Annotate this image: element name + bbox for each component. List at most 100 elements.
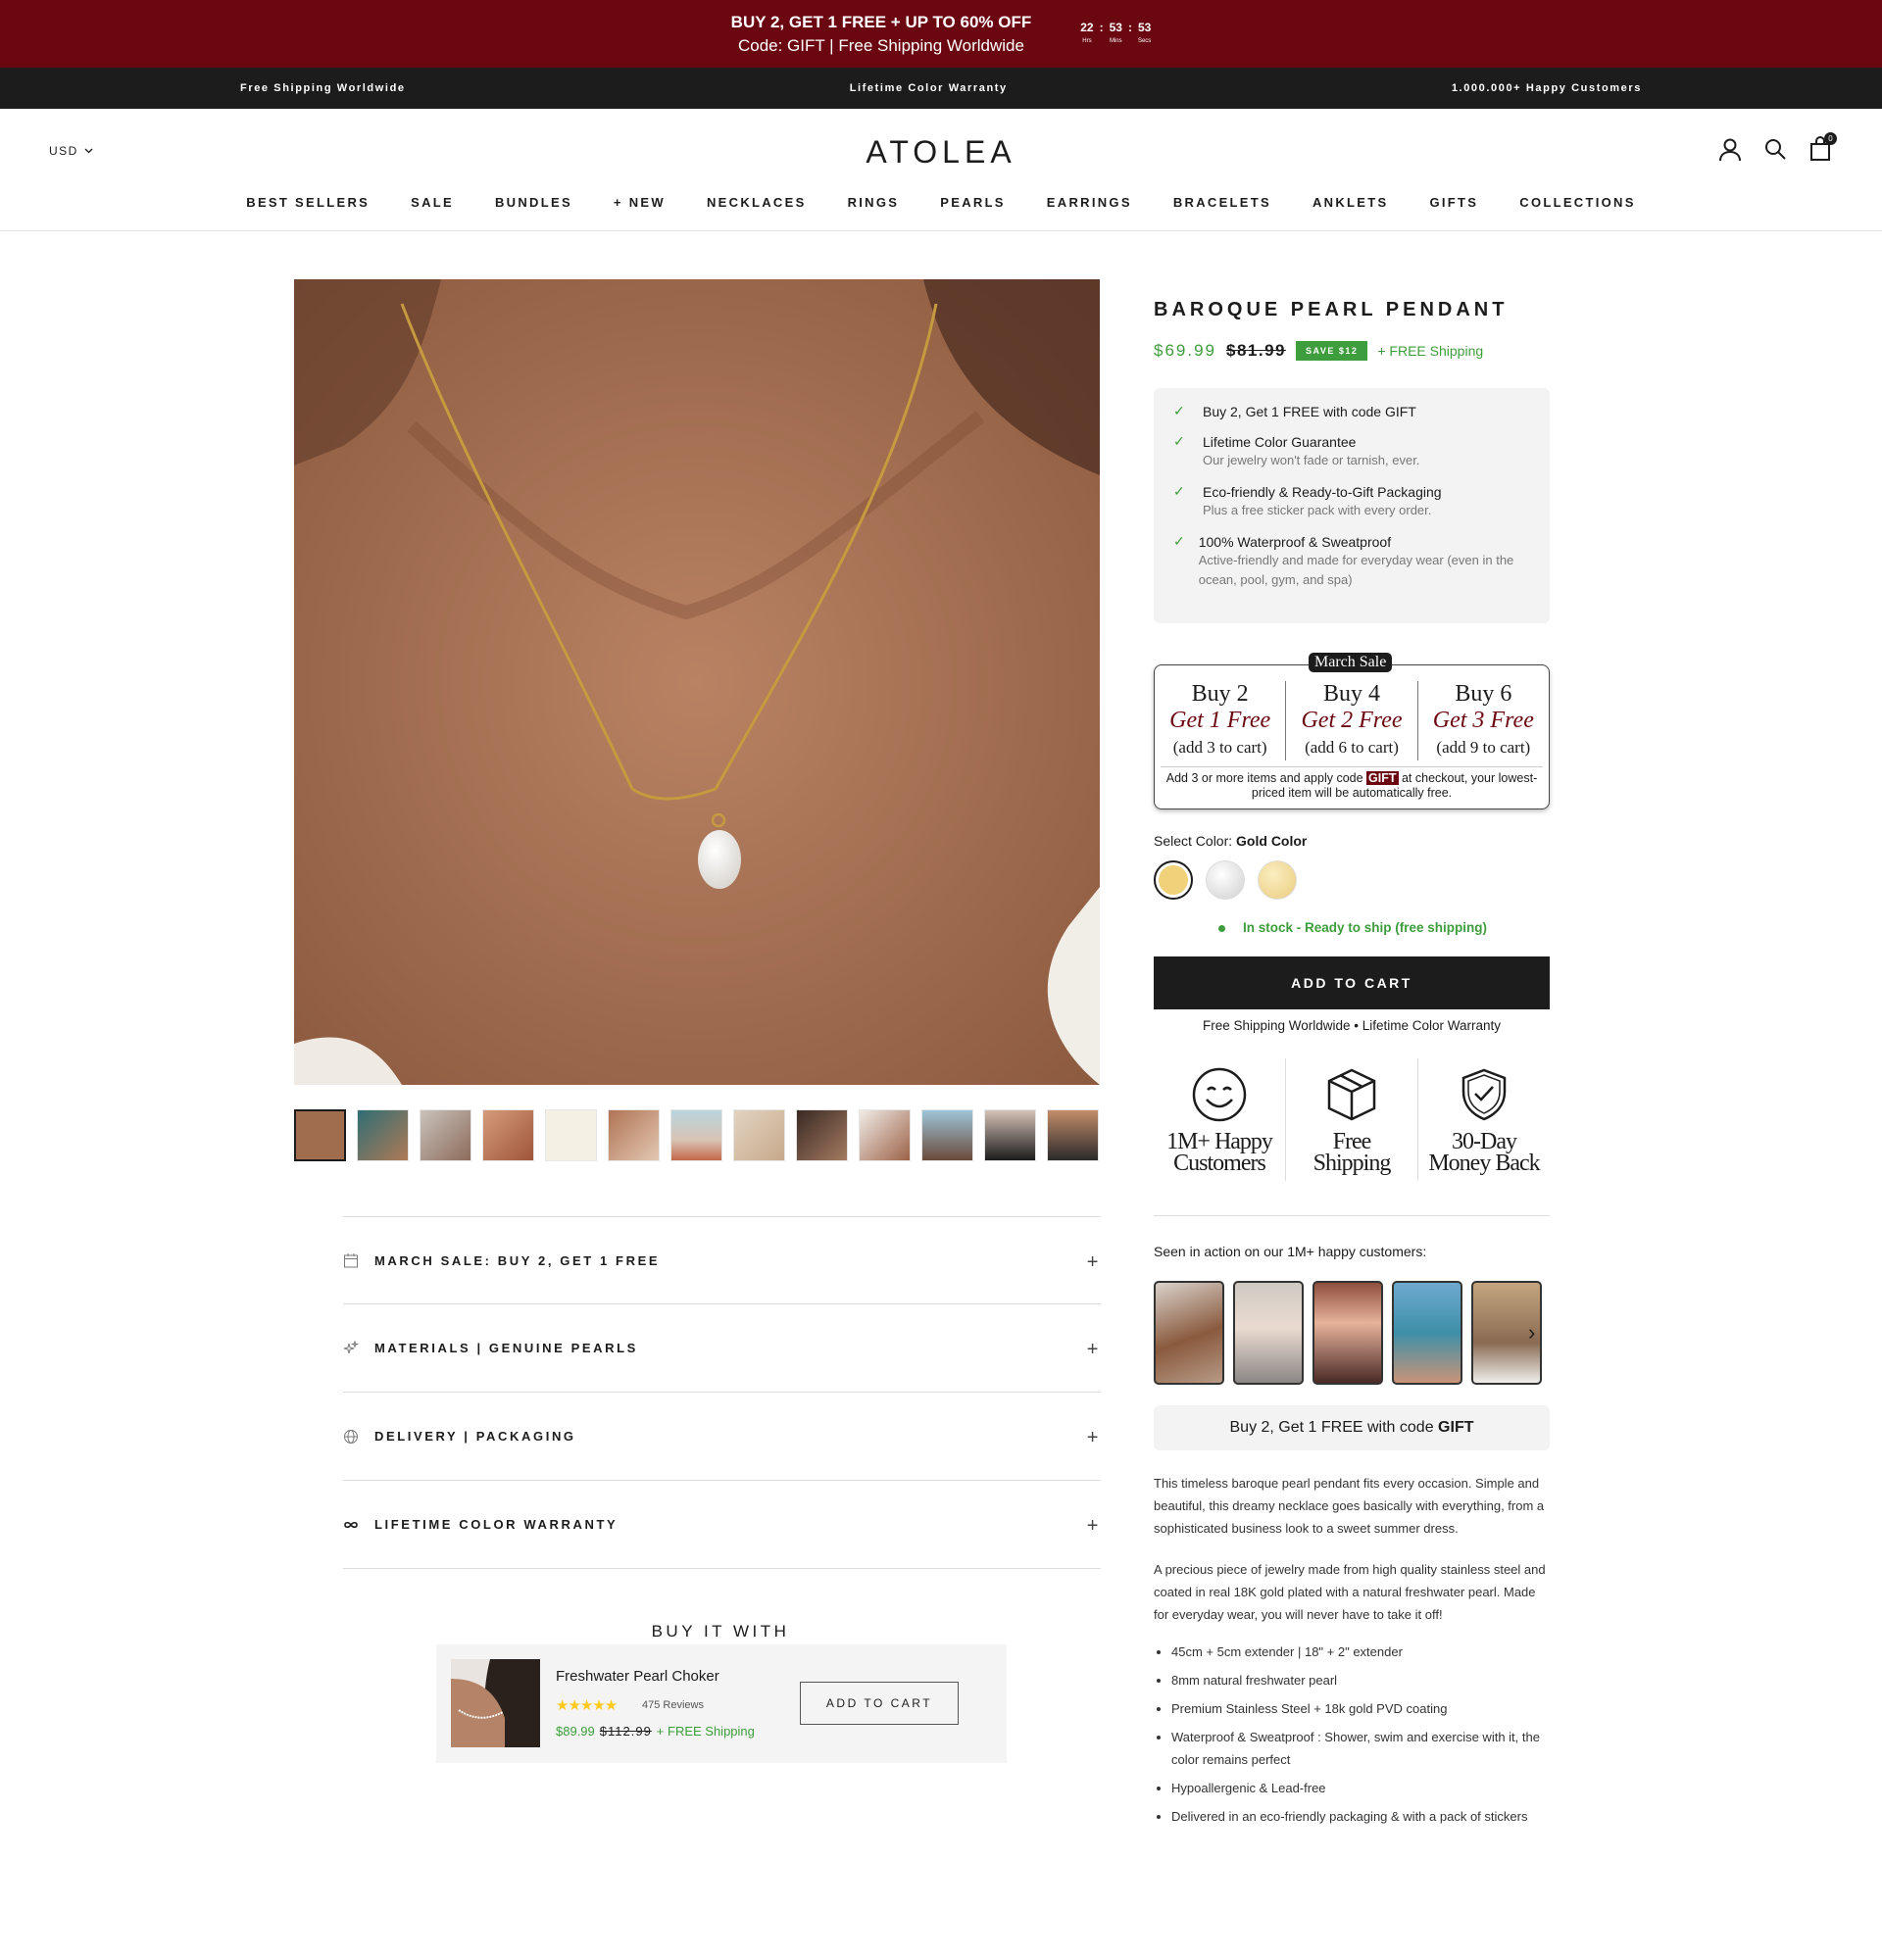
upsell-product-image[interactable] [451, 1659, 540, 1747]
product-description: This timeless baroque pearl pendant fits… [1154, 1472, 1550, 1834]
nav-bracelets[interactable]: BRACELETS [1173, 195, 1271, 210]
ugc-video[interactable] [1392, 1281, 1462, 1385]
accordion-march-sale[interactable]: MARCH SALE: BUY 2, GET 1 FREE + [343, 1216, 1101, 1304]
accordion-label: MARCH SALE: BUY 2, GET 1 FREE [374, 1252, 661, 1268]
countdown-hours: 22 Hrs [1080, 20, 1094, 44]
accordion-label: DELIVERY | PACKAGING [374, 1429, 576, 1444]
cart-icon[interactable]: 0 [1808, 132, 1837, 162]
usp-shipping: Free Shipping Worldwide [240, 82, 406, 94]
description-paragraph: A precious piece of jewelry made from hi… [1154, 1562, 1546, 1622]
thumbnail[interactable] [357, 1109, 409, 1161]
thumbnail[interactable] [921, 1109, 973, 1161]
smiley-icon [1192, 1067, 1247, 1122]
feature-item: Premium Stainless Steel + 18k gold PVD c… [1171, 1697, 1550, 1720]
thumbnail[interactable] [1047, 1109, 1099, 1161]
ugc-video[interactable] [1312, 1281, 1383, 1385]
thumbnail[interactable] [545, 1109, 597, 1161]
thumbnail[interactable] [796, 1109, 848, 1161]
benefits-box: ✓ Buy 2, Get 1 FREE with code GIFT ✓ Lifet… [1154, 388, 1550, 623]
selected-color: Gold Color [1236, 833, 1308, 849]
description-paragraph: This timeless baroque pearl pendant fits… [1154, 1476, 1545, 1536]
upsell-compare-price: $112.99 [599, 1724, 652, 1739]
color-swatches [1154, 860, 1550, 900]
shield-check-icon [1461, 1068, 1507, 1121]
thumbnail[interactable] [859, 1109, 911, 1161]
color-label: Select Color: Gold Color [1154, 833, 1308, 849]
accordion-warranty[interactable]: LIFETIME COLOR WARRANTY + [343, 1481, 1101, 1569]
account-icon[interactable] [1717, 136, 1743, 162]
thumbnail[interactable] [733, 1109, 785, 1161]
add-to-cart-button[interactable]: ADD TO CART [1154, 956, 1550, 1009]
thumbnail[interactable] [608, 1109, 660, 1161]
ugc-carousel: › [1154, 1281, 1550, 1385]
calendar-icon [344, 1253, 358, 1268]
product-accordion: MARCH SALE: BUY 2, GET 1 FREE + MATERIAL… [343, 1216, 1101, 1569]
swatch-gold[interactable] [1154, 860, 1193, 900]
nav-gifts[interactable]: GIFTS [1429, 195, 1478, 210]
site-logo[interactable]: ATOLEA [0, 134, 1882, 171]
thumbnail[interactable] [294, 1109, 346, 1161]
sparkle-icon [343, 1340, 359, 1353]
countdown-minutes: 53 Mins [1109, 20, 1122, 44]
check-icon: ✓ [1173, 403, 1185, 418]
benefit-item: ✓ 100% Waterproof & Sweatproof Active-frie… [1173, 533, 1530, 590]
nav-collections[interactable]: COLLECTIONS [1519, 195, 1635, 210]
usp-warranty: Lifetime Color Warranty [849, 82, 1008, 94]
benefit-item: ✓ Lifetime Color Guarantee Our jewelry won… [1173, 433, 1530, 470]
nav-necklaces[interactable]: NECKLACES [707, 195, 807, 210]
sale-code: GIFT [1366, 771, 1399, 785]
product-main-image[interactable] [294, 279, 1100, 1085]
save-badge: SAVE $12 [1296, 341, 1368, 361]
upsell-product-name[interactable]: Freshwater Pearl Choker [556, 1668, 719, 1685]
nav-earrings[interactable]: EARRINGS [1047, 195, 1132, 210]
thumbnail-strip [294, 1109, 1099, 1161]
buy-it-with-title: BUY IT WITH [651, 1622, 790, 1641]
ugc-video[interactable] [1154, 1281, 1224, 1385]
thumbnail[interactable] [420, 1109, 471, 1161]
thumbnail[interactable] [482, 1109, 534, 1161]
promo-banner: BUY 2, GET 1 FREE + UP TO 60% OFF Code: … [0, 0, 1882, 68]
promo-headline: BUY 2, GET 1 FREE + UP TO 60% OFF [730, 12, 1032, 31]
trust-money-back: 30-Day Money Back [1417, 1058, 1550, 1181]
nav-best-sellers[interactable]: BEST SELLERS [246, 195, 370, 210]
sale-tag: March Sale [1309, 653, 1393, 672]
thumbnail[interactable] [984, 1109, 1036, 1161]
nav-sale[interactable]: SALE [411, 195, 454, 210]
benefit-item: ✓ Eco-friendly & Ready-to-Gift Packaging P… [1173, 483, 1530, 520]
rating-stars: ★★★★★ [556, 1697, 618, 1714]
check-icon: ✓ [1173, 483, 1185, 499]
swatch-silver[interactable] [1206, 860, 1245, 900]
ugc-heading: Seen in action on our 1M+ happy customer… [1154, 1244, 1427, 1259]
accordion-label: LIFETIME COLOR WARRANTY [374, 1517, 619, 1532]
offer-buy-4: Buy 4 Get 2 Free (add 6 to cart) [1285, 681, 1418, 760]
upsell-add-to-cart-button[interactable]: ADD TO CART [800, 1682, 959, 1725]
site-header: USD ATOLEA 0 BEST SELLERS SALE BUNDLES +… [0, 109, 1882, 231]
benefit-item: ✓ Buy 2, Get 1 FREE with code GIFT [1173, 403, 1416, 419]
infinity-icon [344, 1521, 358, 1528]
promo-subline: Code: GIFT | Free Shipping Worldwide [737, 35, 1024, 55]
main-nav: BEST SELLERS SALE BUNDLES + NEW NECKLACE… [0, 195, 1882, 210]
price-row: $69.99 $81.99 SAVE $12 + FREE Shipping [1154, 341, 1550, 361]
buy-it-with-card: Freshwater Pearl Choker ★★★★★ 475 Review… [436, 1644, 1007, 1763]
search-icon[interactable] [1762, 136, 1788, 162]
chevron-right-icon[interactable]: › [1528, 1320, 1535, 1346]
trust-customers: 1M+ Happy Customers [1154, 1058, 1285, 1181]
review-count: 475 Reviews [642, 1699, 704, 1711]
accordion-delivery[interactable]: DELIVERY | PACKAGING + [343, 1393, 1101, 1481]
nav-rings[interactable]: RINGS [848, 195, 900, 210]
compare-price: $81.99 [1226, 341, 1286, 360]
thumbnail[interactable] [670, 1109, 722, 1161]
promo-text: BUY 2, GET 1 FREE + UP TO 60% OFF Code: … [731, 11, 1032, 58]
free-shipping-label: + FREE Shipping [1377, 343, 1484, 359]
accordion-label: MATERIALS | GENUINE PEARLS [374, 1341, 638, 1355]
accordion-materials[interactable]: MATERIALS | GENUINE PEARLS + [343, 1304, 1101, 1393]
nav-new[interactable]: + NEW [614, 195, 666, 210]
sale-offer-box: March Sale Buy 2 Get 1 Free (add 3 to cart… [1154, 653, 1550, 809]
swatch-light-gold[interactable] [1258, 860, 1297, 900]
package-icon [1327, 1068, 1376, 1121]
ugc-video[interactable] [1233, 1281, 1304, 1385]
nav-anklets[interactable]: ANKLETS [1312, 195, 1389, 210]
nav-pearls[interactable]: PEARLS [940, 195, 1006, 210]
nav-bundles[interactable]: BUNDLES [495, 195, 572, 210]
feature-item: Hypoallergenic & Lead-free [1171, 1777, 1550, 1799]
